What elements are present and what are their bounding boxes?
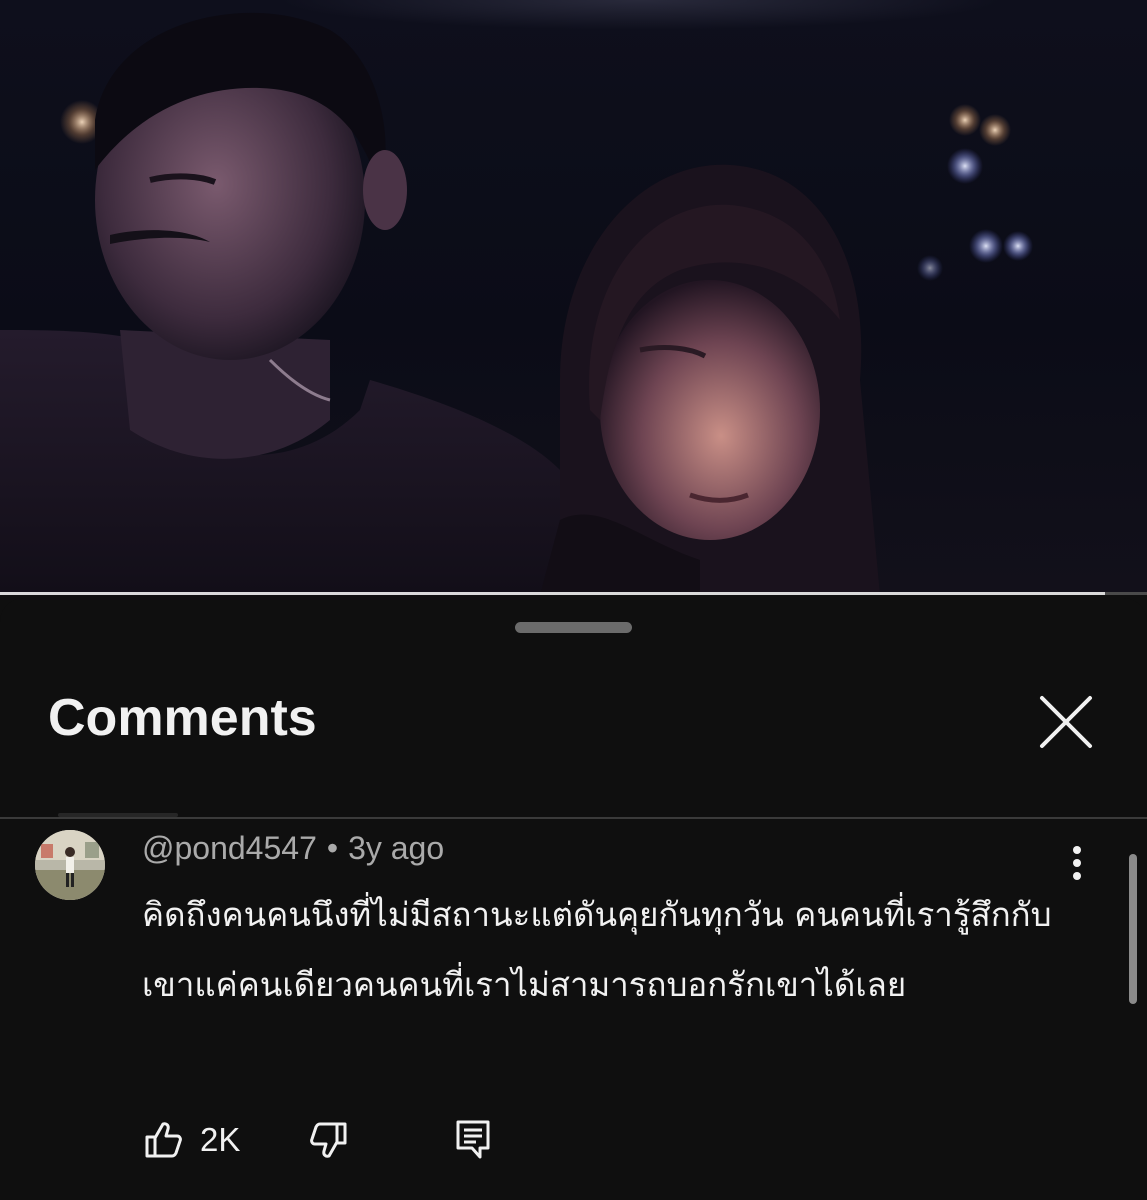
dislike-button[interactable] [306, 1116, 356, 1164]
like-button[interactable]: 2K [142, 1116, 282, 1164]
video-progress-fill [0, 592, 1105, 595]
video-progress-bar[interactable] [0, 592, 1147, 595]
more-vert-icon-dot [1073, 846, 1081, 854]
comment-time: 3y ago [348, 830, 445, 866]
comments-scrollbar[interactable] [1129, 854, 1137, 1004]
more-vert-icon-dot [1073, 872, 1081, 880]
more-vert-icon-dot [1073, 859, 1081, 867]
reply-comment-icon [456, 1120, 490, 1159]
avatar-image [35, 830, 105, 900]
comments-sheet: Comments @pond4547 • 3y ago คิดถึงคนคนนึ… [0, 598, 1147, 1200]
comment-more-button[interactable] [1058, 842, 1098, 884]
reply-button[interactable] [452, 1116, 502, 1164]
close-button[interactable] [1030, 686, 1102, 758]
comment-meta: @pond4547 • 3y ago [142, 826, 444, 870]
close-icon [1040, 696, 1092, 748]
comment-author[interactable]: @pond4547 [142, 830, 317, 866]
header-divider [0, 817, 1147, 819]
thumb-down-icon [310, 1122, 347, 1158]
comments-title: Comments [48, 689, 317, 747]
video-frame [0, 12, 1033, 595]
sheet-drag-handle[interactable] [515, 622, 632, 633]
comment-text: คิดถึงคนคนนึงที่ไม่มีสถานะแต่ดันคุยกันทุ… [142, 895, 1052, 1004]
video-player[interactable] [0, 0, 1147, 595]
like-count: 2K [200, 1121, 241, 1158]
avatar[interactable] [35, 830, 105, 900]
meta-separator: • [326, 830, 339, 866]
thumb-up-icon [145, 1122, 182, 1158]
app-root: Comments @pond4547 • 3y ago คิดถึงคนคนนึ… [0, 0, 1147, 1200]
